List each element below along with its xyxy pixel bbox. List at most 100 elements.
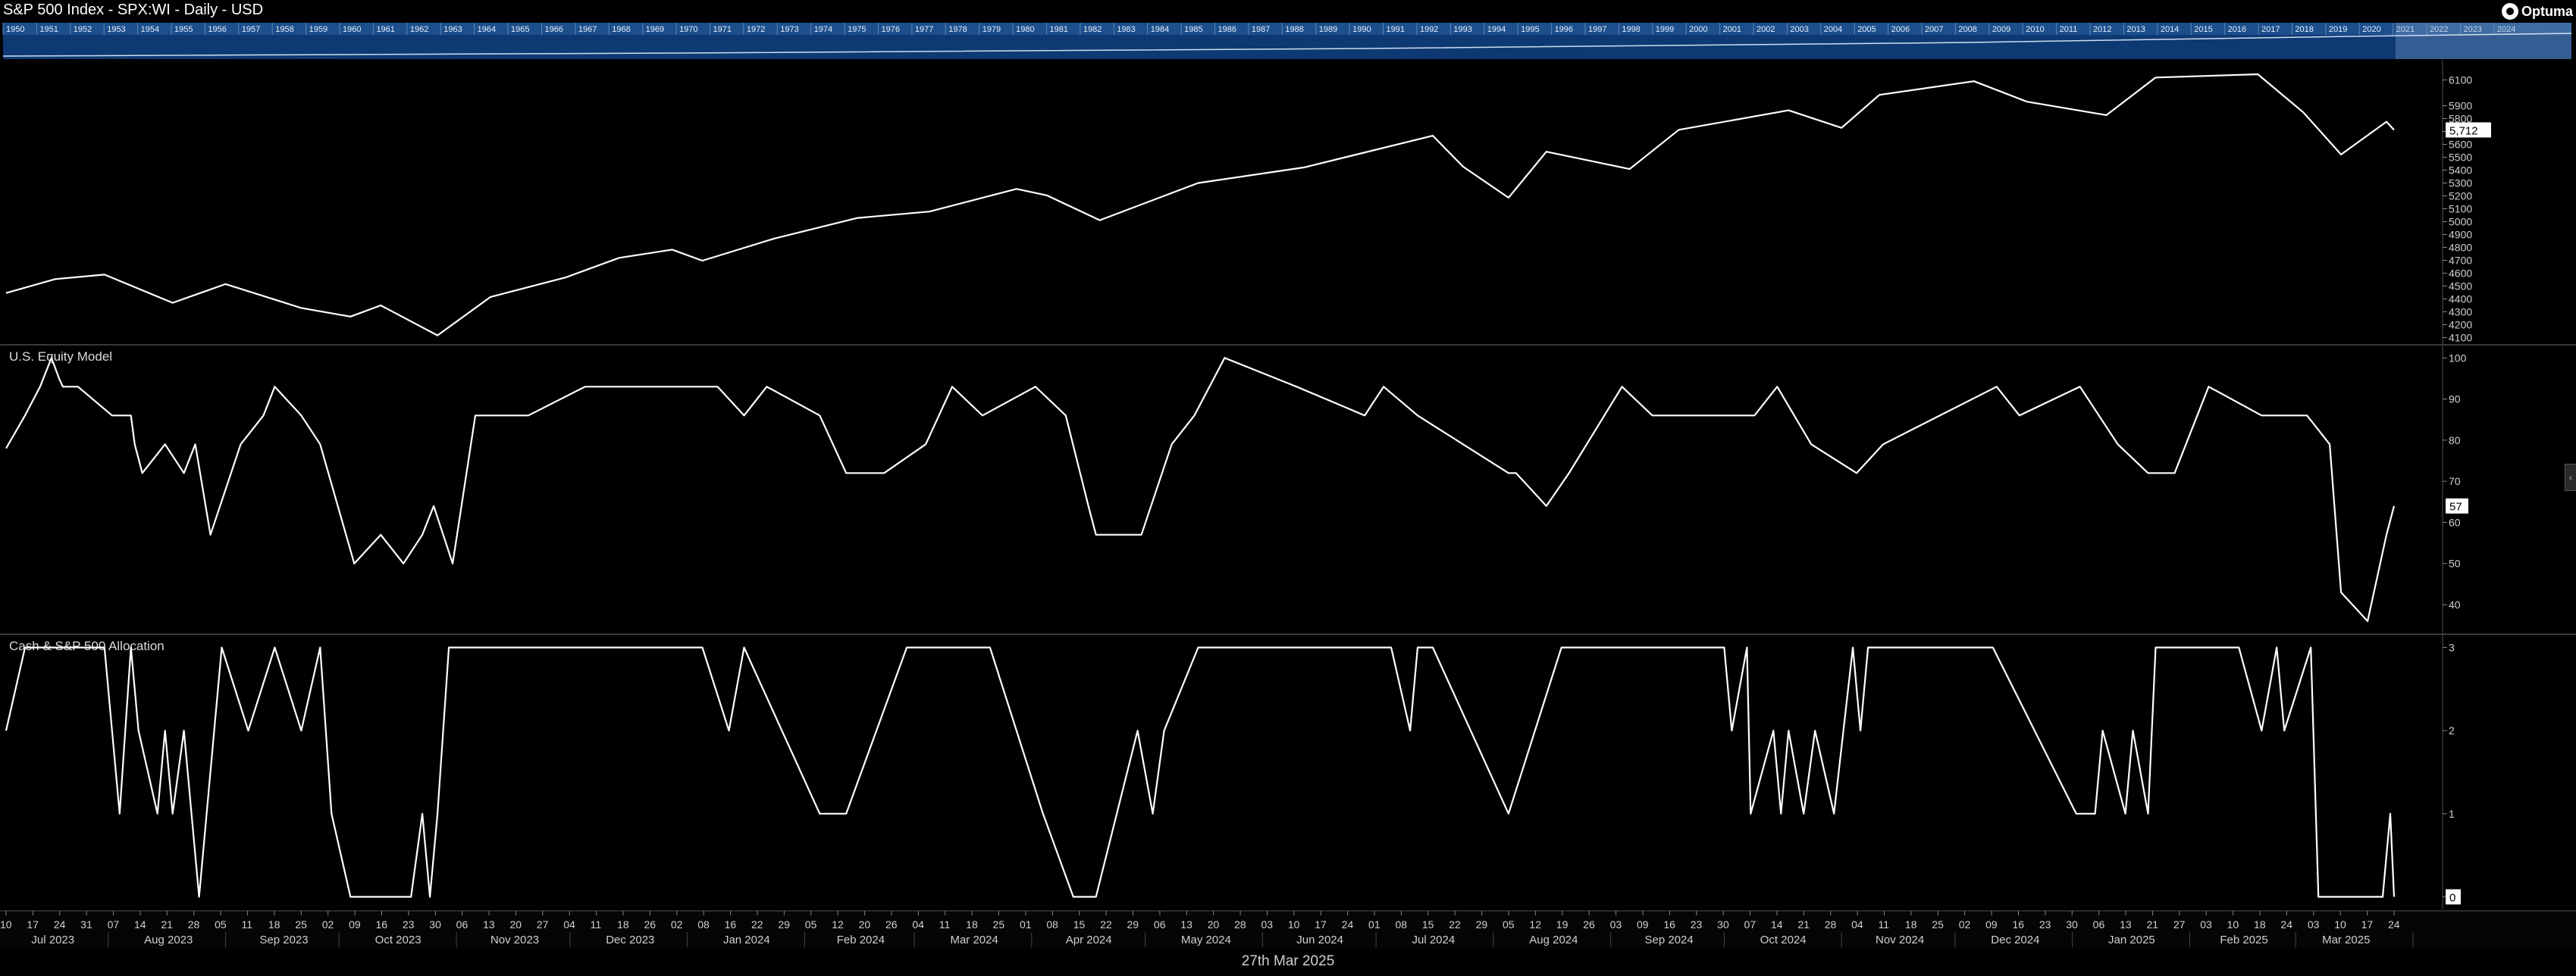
y-tick-label: 100 bbox=[2449, 352, 2467, 364]
x-month-label: Mar 2024 bbox=[950, 934, 998, 946]
x-month-label: Feb 2024 bbox=[837, 934, 885, 946]
navigator-year-label: 2009 bbox=[1992, 25, 2010, 34]
navigator-year-label: 2017 bbox=[2261, 25, 2280, 34]
x-day-label: 29 bbox=[1476, 918, 1488, 931]
y-tick-label: 4500 bbox=[2449, 280, 2472, 292]
x-month-label: Mar 2025 bbox=[2322, 934, 2370, 946]
y-tick-label: 5300 bbox=[2449, 177, 2472, 189]
navigator-year-label: 1988 bbox=[1285, 25, 1303, 34]
navigator-year-label: 1976 bbox=[881, 25, 899, 34]
navigator-year-label: 1951 bbox=[39, 25, 58, 34]
x-month-label: Nov 2024 bbox=[1876, 934, 1924, 946]
navigator-year-label: 2010 bbox=[2026, 25, 2044, 34]
x-day-label: 07 bbox=[108, 918, 120, 931]
x-day-label: 05 bbox=[805, 918, 817, 931]
navigator-year-label: 1972 bbox=[747, 25, 765, 34]
navigator-year-label: 2007 bbox=[1925, 25, 1943, 34]
x-day-label: 16 bbox=[725, 918, 737, 931]
navigator-year-label: 2016 bbox=[2228, 25, 2246, 34]
x-day-label: 29 bbox=[778, 918, 790, 931]
x-day-label: 21 bbox=[1797, 918, 1810, 931]
x-day-label: 28 bbox=[1825, 918, 1837, 931]
x-month-label: Sep 2024 bbox=[1645, 934, 1694, 946]
x-day-label: 12 bbox=[832, 918, 844, 931]
x-month-label: Nov 2023 bbox=[490, 934, 539, 946]
navigator-year-label: 1967 bbox=[578, 25, 597, 34]
x-day-label: 17 bbox=[1315, 918, 1327, 931]
navigator-year-label: 1999 bbox=[1656, 25, 1674, 34]
navigator-selection[interactable] bbox=[2396, 23, 2571, 59]
x-day-label: 23 bbox=[1691, 918, 1703, 931]
x-day-label: 06 bbox=[2093, 918, 2105, 931]
navigator-year-label: 1979 bbox=[982, 25, 1001, 34]
panel-collapse-tab[interactable]: ‹ bbox=[2565, 464, 2576, 491]
x-day-label: 12 bbox=[1529, 918, 1541, 931]
y-tick-label: 5600 bbox=[2449, 139, 2472, 151]
navigator-year-label: 1977 bbox=[915, 25, 933, 34]
x-day-label: 20 bbox=[859, 918, 871, 931]
x-day-label: 23 bbox=[403, 918, 415, 931]
x-day-label: 04 bbox=[563, 918, 575, 931]
x-day-label: 28 bbox=[1234, 918, 1246, 931]
x-day-label: 18 bbox=[2254, 918, 2266, 931]
y-tick-label: 80 bbox=[2449, 434, 2461, 446]
x-day-label: 30 bbox=[1717, 918, 1729, 931]
x-day-label: 24 bbox=[2388, 918, 2400, 931]
x-day-label: 24 bbox=[2280, 918, 2292, 931]
navigator-year-label: 1994 bbox=[1487, 25, 1506, 34]
chart-canvas[interactable]: 1950 1951 1952 1953 1954 1955 1956 1957 1958 1959… bbox=[0, 0, 2576, 976]
cursor-date: 27th Mar 2025 bbox=[1241, 953, 1335, 969]
x-month-label: May 2024 bbox=[1181, 934, 1231, 946]
x-month-label: Jan 2025 bbox=[2108, 934, 2155, 946]
y-tick-label: 4400 bbox=[2449, 293, 2472, 305]
x-day-label: 08 bbox=[1046, 918, 1058, 931]
y-tick-label: 3 bbox=[2449, 641, 2455, 653]
navigator-year-label: 2018 bbox=[2295, 25, 2313, 34]
price-panel[interactable] bbox=[0, 61, 2443, 344]
navigator-year-label: 2020 bbox=[2362, 25, 2380, 34]
x-day-label: 09 bbox=[1985, 918, 1998, 931]
x-day-label: 27 bbox=[537, 918, 549, 931]
y-tick-label: 90 bbox=[2449, 393, 2461, 405]
navigator-year-label: 1964 bbox=[478, 25, 496, 34]
x-day-label: 30 bbox=[429, 918, 441, 931]
navigator-year-label: 1961 bbox=[376, 25, 394, 34]
x-day-label: 09 bbox=[1637, 918, 1649, 931]
x-day-label: 11 bbox=[242, 918, 253, 931]
last-value-label: 5,712 bbox=[2449, 124, 2478, 137]
last-value-label: 57 bbox=[2449, 501, 2462, 514]
x-day-label: 03 bbox=[2200, 918, 2212, 931]
navigator-year-label: 2001 bbox=[1723, 25, 1741, 34]
navigator-year-label: 2019 bbox=[2329, 25, 2347, 34]
navigator-year-label: 1954 bbox=[141, 25, 159, 34]
x-day-label: 21 bbox=[161, 918, 173, 931]
x-day-label: 10 bbox=[1288, 918, 1300, 931]
navigator-year-label: 1995 bbox=[1521, 25, 1539, 34]
x-day-label: 02 bbox=[322, 918, 334, 931]
x-day-label: 06 bbox=[1154, 918, 1166, 931]
x-day-label: 02 bbox=[1959, 918, 1971, 931]
x-month-label: Feb 2025 bbox=[2220, 934, 2267, 946]
x-day-label: 02 bbox=[671, 918, 683, 931]
x-day-label: 10 bbox=[2334, 918, 2346, 931]
navigator-year-label: 1953 bbox=[107, 25, 125, 34]
x-day-label: 14 bbox=[1771, 918, 1783, 931]
x-month-label: Oct 2023 bbox=[375, 934, 421, 946]
navigator-year-label: 2003 bbox=[1790, 25, 1808, 34]
x-day-label: 28 bbox=[188, 918, 200, 931]
navigator-year-label: 1992 bbox=[1420, 25, 1438, 34]
navigator-year-label: 1984 bbox=[1151, 25, 1169, 34]
x-day-label: 11 bbox=[591, 918, 602, 931]
x-day-label: 16 bbox=[2012, 918, 2024, 931]
navigator-year-label: 2000 bbox=[1689, 25, 1707, 34]
navigator-year-label: 1990 bbox=[1352, 25, 1371, 34]
y-tick-label: 5500 bbox=[2449, 152, 2472, 164]
x-month-label: Aug 2023 bbox=[144, 934, 193, 946]
x-day-label: 23 bbox=[2039, 918, 2051, 931]
x-day-label: 11 bbox=[1879, 918, 1890, 931]
allocation-panel[interactable] bbox=[0, 635, 2443, 909]
y-tick-label: 4600 bbox=[2449, 267, 2472, 280]
x-day-label: 13 bbox=[1180, 918, 1192, 931]
y-tick-label: 5200 bbox=[2449, 190, 2472, 202]
x-day-label: 18 bbox=[1905, 918, 1917, 931]
